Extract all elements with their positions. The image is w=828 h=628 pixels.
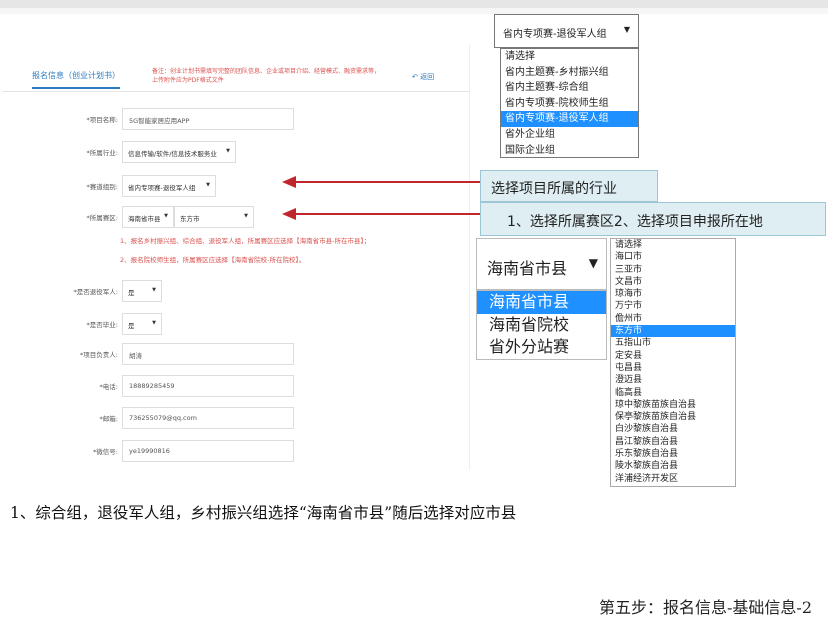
registration-form: 报名信息（创业计划书） 备注：创业计划书需填写完整的团队信息、企业或项目介绍、经…: [2, 44, 470, 470]
project-name-input[interactable]: 5G智能家居应用APP: [122, 108, 294, 130]
chevron-down-icon: ▼: [588, 256, 598, 270]
region-option[interactable]: 省外分站赛: [477, 336, 606, 359]
arrow-left-icon: [282, 208, 480, 220]
city-option[interactable]: 洋浦经济开发区: [611, 473, 735, 485]
region-option[interactable]: 海南省院校: [477, 314, 606, 337]
city-option[interactable]: 海口市: [611, 251, 735, 263]
city-option[interactable]: 临高县: [611, 387, 735, 399]
tab-registration-info[interactable]: 报名信息（创业计划书）: [32, 70, 120, 89]
city-option[interactable]: 定安县: [611, 350, 735, 362]
city-option[interactable]: 五指山市: [611, 337, 735, 349]
city-option[interactable]: 琼中黎族苗族自治县: [611, 399, 735, 411]
chevron-down-icon: ▼: [244, 213, 248, 219]
city-option[interactable]: 乐东黎族自治县: [611, 448, 735, 460]
region-dropdown-value: 海南省市县: [487, 259, 568, 278]
city-option[interactable]: 澄迈县: [611, 374, 735, 386]
label-track: *赛道组别:: [86, 183, 118, 191]
region-dropdown[interactable]: 海南省市县 ▼: [476, 238, 607, 290]
back-link-label: 返回: [420, 73, 435, 81]
label-is-veteran: *是否退役军人:: [73, 288, 118, 296]
track-dropdown-list: 请选择 省内主题赛-乡村振兴组 省内主题赛-综合组 省内专项赛-院校师生组 省内…: [500, 48, 639, 158]
row-leader: *项目负责人: 胡涛: [2, 343, 470, 367]
label-leader: *项目负责人:: [80, 351, 118, 359]
is-veteran-value: 是: [128, 289, 135, 297]
city-option[interactable]: 陵水黎族自治县: [611, 460, 735, 472]
industry-select-value: 信息传输/软件/信息技术服务业: [128, 150, 217, 158]
row-phone: *电话: 18889285459: [2, 375, 470, 399]
instruction-caption: 1、综合组，退役军人组，乡村振兴组选择“海南省市县”随后选择对应市县: [10, 504, 517, 522]
row-is-graduate: *是否毕业: 是 ▼: [2, 313, 470, 337]
track-select[interactable]: 省内专项赛-退役军人组 ▼: [122, 175, 216, 197]
chevron-down-icon: ▼: [152, 320, 156, 326]
track-select-value: 省内专项赛-退役军人组: [128, 184, 196, 192]
label-email: *邮箱:: [99, 415, 118, 423]
top-strip: [0, 0, 828, 8]
label-region: *所属赛区:: [86, 214, 118, 222]
phone-input[interactable]: 18889285459: [122, 375, 294, 397]
is-veteran-select[interactable]: 是 ▼: [122, 280, 162, 302]
label-phone: *电话:: [99, 383, 118, 391]
track-option[interactable]: 省内主题赛-综合组: [501, 80, 638, 96]
region-note-1: 1、报名乡村振兴组、综合组、退役军人组，所属赛区应选择【海南省市县-所在市县】；: [120, 237, 371, 245]
track-option-selected[interactable]: 省内专项赛-退役军人组: [501, 111, 638, 127]
city-option[interactable]: 万宁市: [611, 300, 735, 312]
email-input[interactable]: 736255079@qq.com: [122, 407, 294, 429]
callout-industry: 选择项目所属的行业: [480, 170, 658, 202]
city-option[interactable]: 琼海市: [611, 288, 735, 300]
industry-select[interactable]: 信息传输/软件/信息技术服务业 ▼: [122, 141, 236, 163]
city-select-value: 东方市: [180, 215, 200, 223]
city-select[interactable]: 东方市 ▼: [174, 206, 254, 228]
track-option[interactable]: 省内主题赛-乡村振兴组: [501, 65, 638, 81]
region-dropdown-list: 海南省市县 海南省院校 省外分站赛: [476, 290, 607, 360]
is-graduate-value: 是: [128, 322, 135, 330]
step-title: 第五步：报名信息-基础信息-2: [599, 598, 812, 617]
row-industry: *所属行业: 信息传输/软件/信息技术服务业 ▼: [2, 141, 470, 165]
city-dropdown-list: 请选择 海口市 三亚市 文昌市 琼海市 万宁市 儋州市 东方市 五指山市 定安县…: [610, 238, 736, 487]
city-option[interactable]: 文昌市: [611, 276, 735, 288]
city-option[interactable]: 请选择: [611, 239, 735, 251]
tab-row: 报名信息（创业计划书） 备注：创业计划书需填写完整的团队信息、企业或项目介绍、经…: [2, 44, 470, 92]
back-link[interactable]: ↶ 返回: [412, 72, 434, 82]
tab-note: 备注：创业计划书需填写完整的团队信息、企业或项目介绍、经营模式、融资需求等，上传…: [152, 68, 381, 84]
label-industry: *所属行业:: [86, 149, 118, 157]
row-email: *邮箱: 736255079@qq.com: [2, 407, 470, 431]
is-graduate-select[interactable]: 是 ▼: [122, 313, 162, 335]
region-select[interactable]: 海南省市县 ▼: [122, 206, 174, 228]
chevron-down-icon: ▼: [164, 213, 168, 219]
region-note-2: 2、报名院校师生组，所属赛区应选择【海南省院校-所在院校】。: [120, 256, 306, 264]
chevron-down-icon: ▼: [226, 148, 230, 154]
leader-input[interactable]: 胡涛: [122, 343, 294, 365]
city-option[interactable]: 白沙黎族自治县: [611, 423, 735, 435]
label-project-name: *项目名称:: [86, 116, 118, 124]
region-option-selected[interactable]: 海南省市县: [477, 291, 606, 314]
city-option[interactable]: 儋州市: [611, 313, 735, 325]
city-option[interactable]: 昌江黎族自治县: [611, 436, 735, 448]
track-option[interactable]: 省外企业组: [501, 127, 638, 143]
city-option[interactable]: 屯昌县: [611, 362, 735, 374]
city-option-selected[interactable]: 东方市: [611, 325, 735, 338]
track-option[interactable]: 国际企业组: [501, 143, 638, 159]
track-dropdown[interactable]: 省内专项赛-退役军人组 ▼: [494, 14, 639, 48]
city-option[interactable]: 三亚市: [611, 264, 735, 276]
region-select-value: 海南省市县: [128, 215, 161, 223]
row-wechat: *微信号: ye19990816: [2, 440, 470, 464]
track-option[interactable]: 省内专项赛-院校师生组: [501, 96, 638, 112]
label-is-graduate: *是否毕业:: [86, 321, 118, 329]
track-dropdown-value: 省内专项赛-退役军人组: [503, 29, 607, 40]
row-is-veteran: *是否退役军人: 是 ▼: [2, 280, 470, 304]
track-option[interactable]: 请选择: [501, 49, 638, 65]
city-option[interactable]: 保亭黎族苗族自治县: [611, 411, 735, 423]
callout-region: 1、选择所属赛区2、选择项目申报所在地: [480, 202, 826, 236]
label-wechat: *微信号:: [93, 448, 118, 456]
chevron-down-icon: ▼: [206, 182, 210, 188]
arrow-left-icon: [282, 176, 480, 188]
chevron-down-icon: ▼: [152, 287, 156, 293]
row-project-name: *项目名称: 5G智能家居应用APP: [2, 108, 470, 132]
top-strip-shadow: [0, 8, 828, 14]
chevron-down-icon: ▼: [623, 25, 630, 34]
wechat-input[interactable]: ye19990816: [122, 440, 294, 462]
